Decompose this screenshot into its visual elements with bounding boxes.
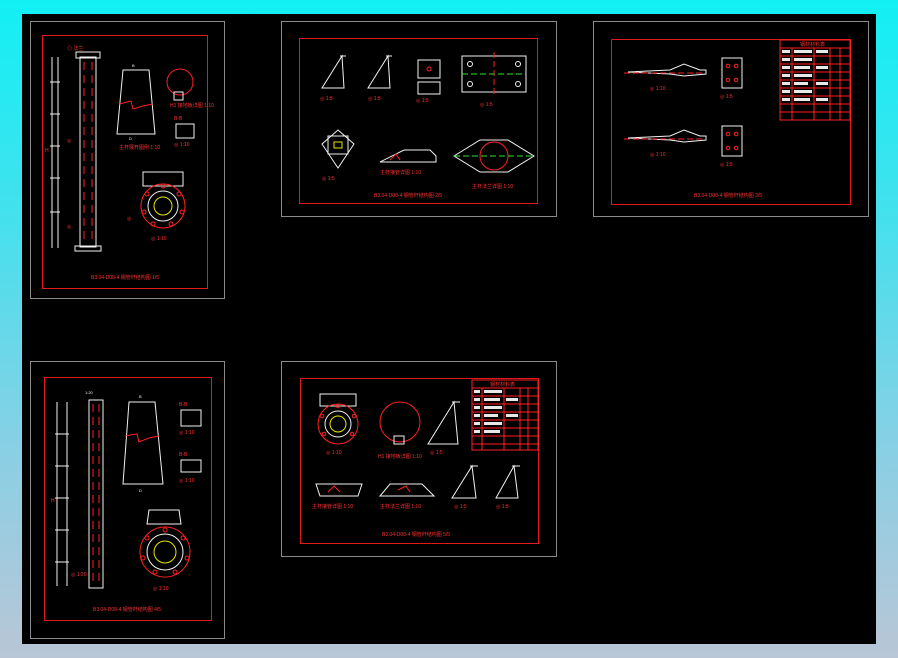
svg-text:◎ 1:20: ◎ 1:20 xyxy=(71,572,87,578)
svg-text:◎: ◎ xyxy=(67,224,72,230)
svg-text:◎ 1:5: ◎ 1:5 xyxy=(416,98,429,104)
svg-text:◎ 1:10: ◎ 1:10 xyxy=(174,142,190,148)
svg-text:主杆法兰详图 1:10: 主杆法兰详图 1:10 xyxy=(380,503,421,510)
svg-text:主杆接管详图 1:10: 主杆接管详图 1:10 xyxy=(312,503,353,510)
cad-drawing-canvas[interactable]: H ◎ 法兰 ◎ ◎ B D 主杆展开图例 1:10 H1 接地板详图 1:10… xyxy=(22,14,876,644)
svg-text:◎ 1:10: ◎ 1:10 xyxy=(650,86,666,92)
svg-text:主杆接管详图 1:10: 主杆接管详图 1:10 xyxy=(380,169,421,176)
drawing-sheet-1[interactable]: H ◎ 法兰 ◎ ◎ B D 主杆展开图例 1:10 H1 接地板详图 1:10… xyxy=(30,21,225,299)
svg-text:◎ 1:5: ◎ 1:5 xyxy=(320,96,333,102)
svg-text:◎ 1:5: ◎ 1:5 xyxy=(322,176,335,182)
svg-text:D: D xyxy=(129,136,132,141)
sheet-title: B3.04-D08-4 钢管杆结构图 2/5 xyxy=(374,193,443,199)
svg-text:H1 接地板详图 1:10: H1 接地板详图 1:10 xyxy=(378,453,422,460)
svg-text:H: H xyxy=(51,498,55,504)
svg-text:◎ 1:10: ◎ 1:10 xyxy=(151,236,167,242)
svg-text:B-B: B-B xyxy=(174,116,183,122)
drawing-sheet-2[interactable]: ◎ 1:5 ◎ 1:5 ◎ 1:5 ◎ 1:5 ◎ 1:5 主杆接管详图 1:1… xyxy=(281,21,557,217)
sheet-title: B3.04-D08-4 钢管杆结构图 5/5 xyxy=(382,532,451,538)
svg-text:1:20: 1:20 xyxy=(85,390,94,395)
svg-text:H: H xyxy=(45,148,49,154)
svg-text:H1 接地板详图 1:10: H1 接地板详图 1:10 xyxy=(170,102,214,109)
sheet-title: B3.04-D08-4 钢管杆结构图 4/5 xyxy=(93,607,162,613)
sheet-3-graphics: ◎ 1:10 ◎ 1:10 ◎ 1:5 ◎ 1:5 xyxy=(624,39,851,168)
drawing-sheet-4[interactable]: 1:20 H ◎ 1:20 B D B-B ◎ 1:10 B-B ◎ 1:10 xyxy=(30,361,225,639)
svg-text:◎ 1:10: ◎ 1:10 xyxy=(326,450,342,456)
svg-text:B: B xyxy=(132,63,135,68)
svg-text:◎ 1:10: ◎ 1:10 xyxy=(179,430,195,436)
svg-text:◎ 1:10: ◎ 1:10 xyxy=(153,586,169,592)
svg-text:主杆展开图例 1:10: 主杆展开图例 1:10 xyxy=(119,144,160,151)
svg-text:D: D xyxy=(139,488,142,493)
sheet-title: B3.04-D08-4 钢管杆结构图 3/5 xyxy=(694,193,763,199)
svg-text:◎ 1:5: ◎ 1:5 xyxy=(496,504,509,510)
svg-text:◎ 1:10: ◎ 1:10 xyxy=(179,478,195,484)
svg-text:◎ 1:5: ◎ 1:5 xyxy=(720,94,733,100)
sheet-2-graphics: ◎ 1:5 ◎ 1:5 ◎ 1:5 ◎ 1:5 ◎ 1:5 主杆接管详图 1:1… xyxy=(320,52,535,190)
sheet-5-graphics: ◎ 1:10 H1 接地板详图 1:10 ◎ 1:5 主杆接管详图 1:10 主… xyxy=(312,379,539,510)
svg-text:◎ 1:5: ◎ 1:5 xyxy=(454,504,467,510)
svg-text:B-B: B-B xyxy=(179,452,188,458)
svg-text:B: B xyxy=(139,394,142,399)
svg-text:◎: ◎ xyxy=(127,216,132,222)
sheet-1-graphics: H ◎ 法兰 ◎ ◎ B D 主杆展开图例 1:10 H1 接地板详图 1:10… xyxy=(45,45,214,252)
sheet-title: B3.04-D08-4 钢管杆结构图 1/5 xyxy=(91,275,160,281)
material-table-title: 钢材材料表 xyxy=(800,42,826,48)
svg-text:B-B: B-B xyxy=(179,402,188,408)
material-table-title: 钢材材料表 xyxy=(490,382,516,388)
svg-text:◎ 1:5: ◎ 1:5 xyxy=(720,162,733,168)
svg-text:◎ 1:10: ◎ 1:10 xyxy=(650,152,666,158)
svg-text:主杆法兰详图 1:10: 主杆法兰详图 1:10 xyxy=(472,183,513,190)
drawing-sheet-5[interactable]: ◎ 1:10 H1 接地板详图 1:10 ◎ 1:5 主杆接管详图 1:10 主… xyxy=(281,361,557,557)
svg-text:◎ 法兰: ◎ 法兰 xyxy=(67,45,83,52)
svg-text:◎: ◎ xyxy=(67,138,72,144)
svg-text:◎ 1:5: ◎ 1:5 xyxy=(480,102,493,108)
svg-text:◎ 1:5: ◎ 1:5 xyxy=(368,96,381,102)
svg-text:◎ 1:5: ◎ 1:5 xyxy=(430,450,443,456)
drawing-sheet-3[interactable]: ◎ 1:10 ◎ 1:10 ◎ 1:5 ◎ 1:5 钢材材料表 B3.04-D0… xyxy=(593,21,869,217)
sheet-4-graphics: 1:20 H ◎ 1:20 B D B-B ◎ 1:10 B-B ◎ 1:10 xyxy=(51,390,202,592)
